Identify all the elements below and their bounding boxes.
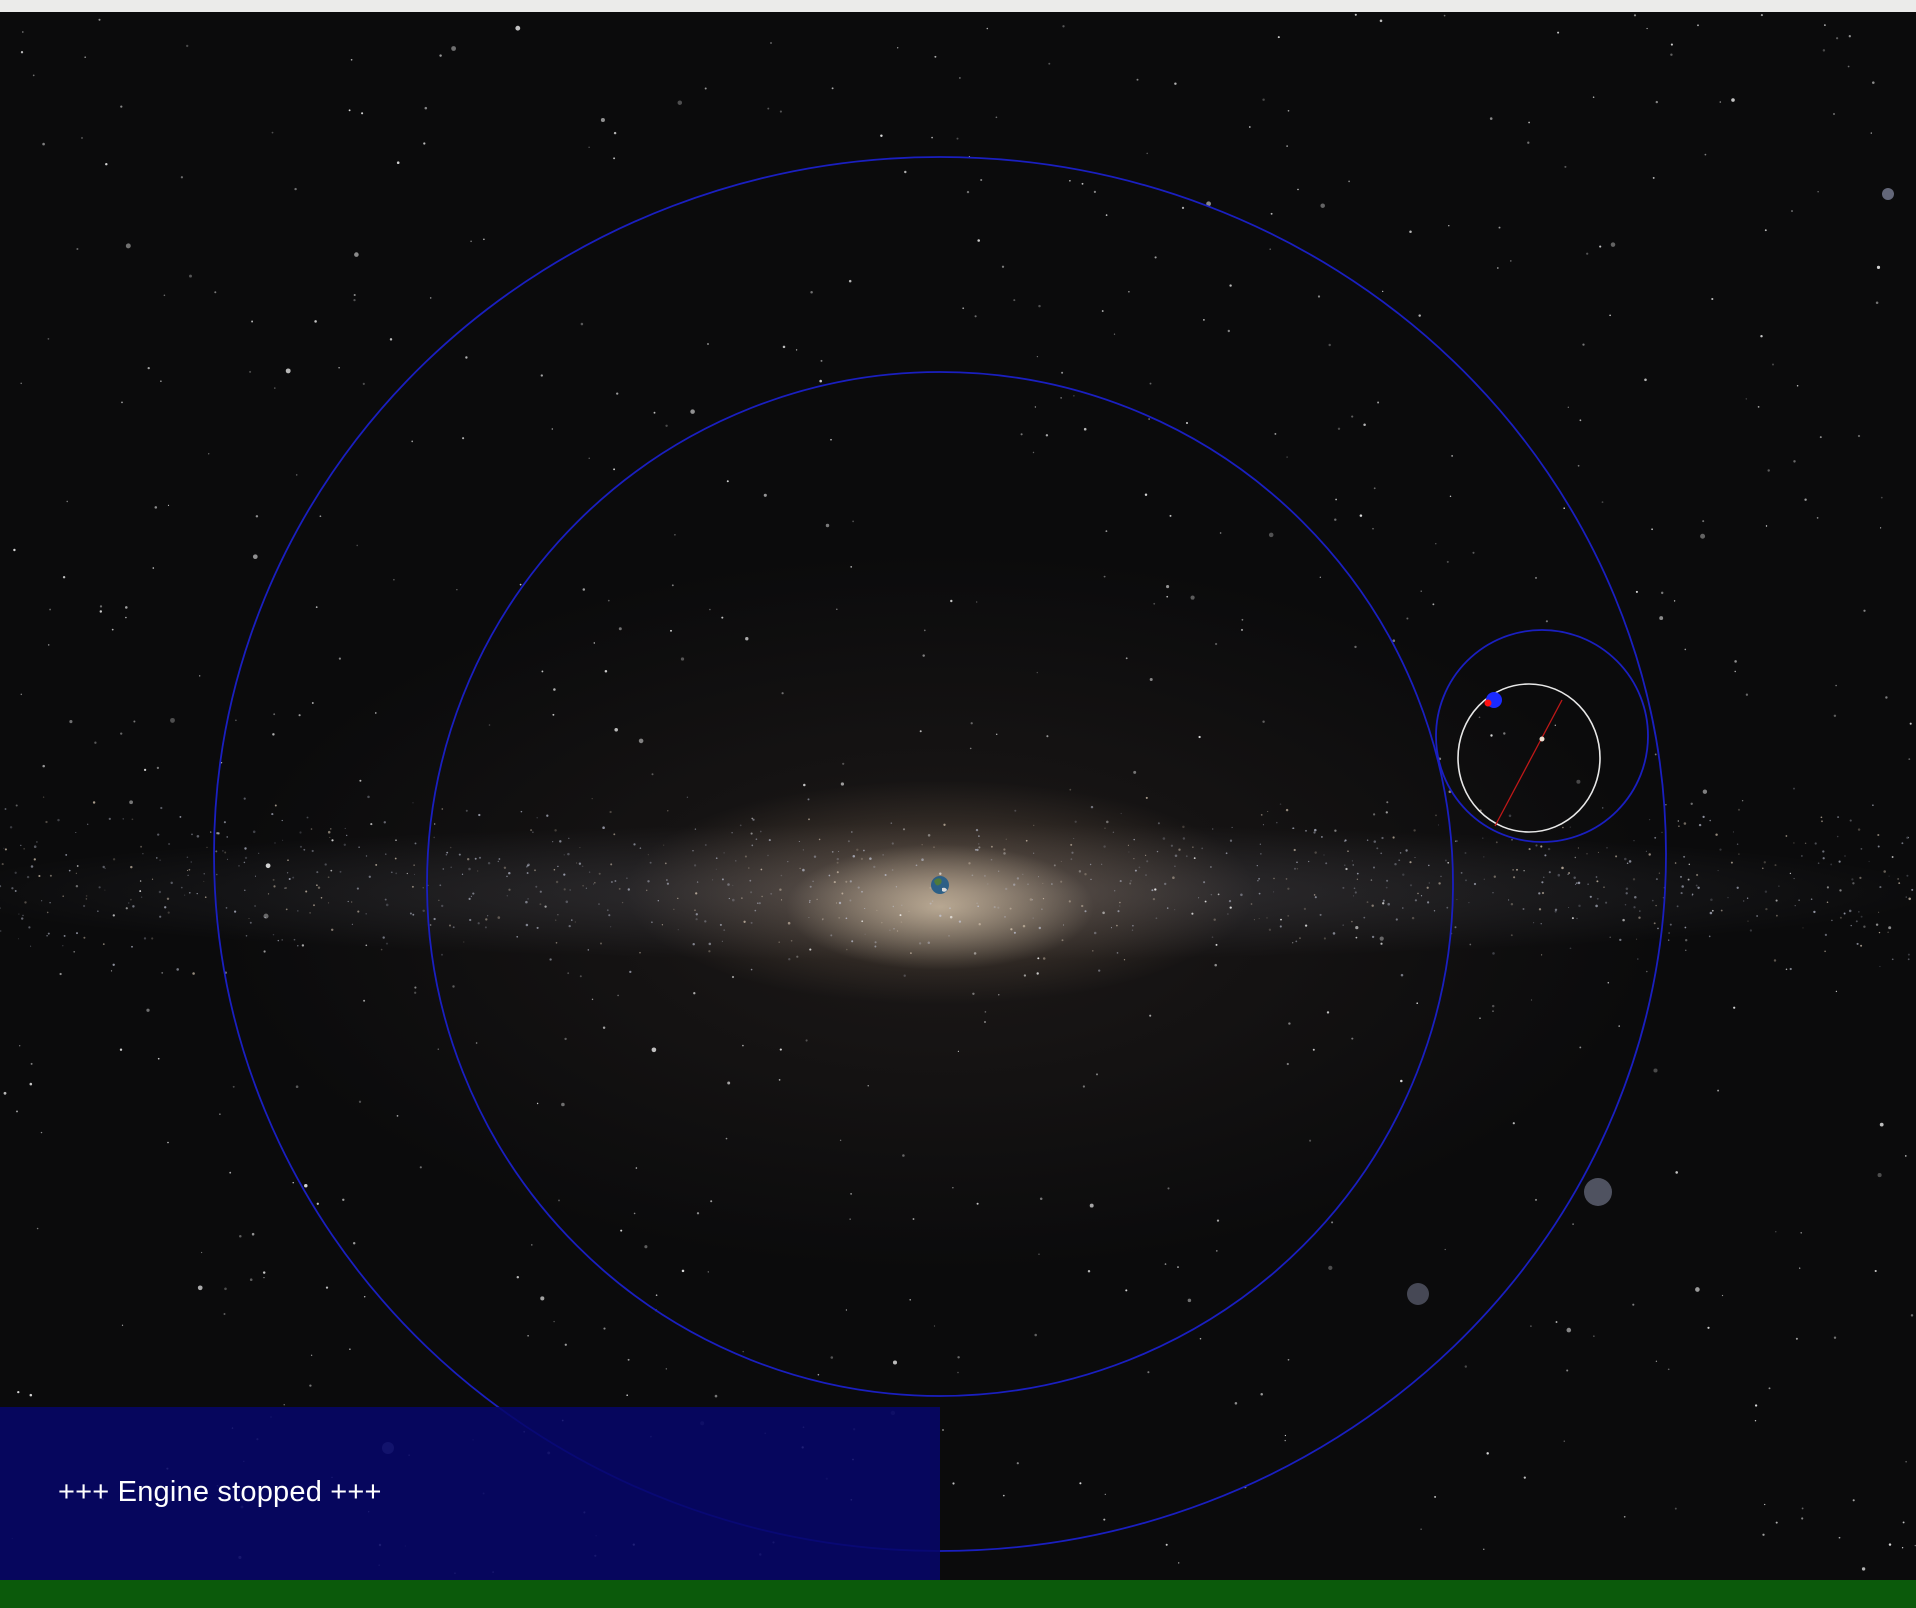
outer-orbit-path	[213, 156, 1667, 1552]
spacecraft-orbit-path	[1435, 629, 1649, 843]
moon-icon	[1539, 736, 1545, 742]
earth-icon[interactable]	[931, 876, 949, 894]
bottom-bar	[0, 1580, 1916, 1608]
star-field	[0, 13, 1916, 1574]
status-message: +++ Engine stopped +++	[58, 1476, 382, 1508]
simulation-app: +++ Engine stopped +++	[0, 0, 1916, 1608]
trajectory-line	[1494, 699, 1563, 827]
orbit-canvas[interactable]	[0, 0, 1916, 1608]
spacecraft-icon[interactable]	[1484, 692, 1503, 708]
spacecraft-marker	[1484, 699, 1492, 707]
moon-orbit-path	[1457, 683, 1601, 833]
